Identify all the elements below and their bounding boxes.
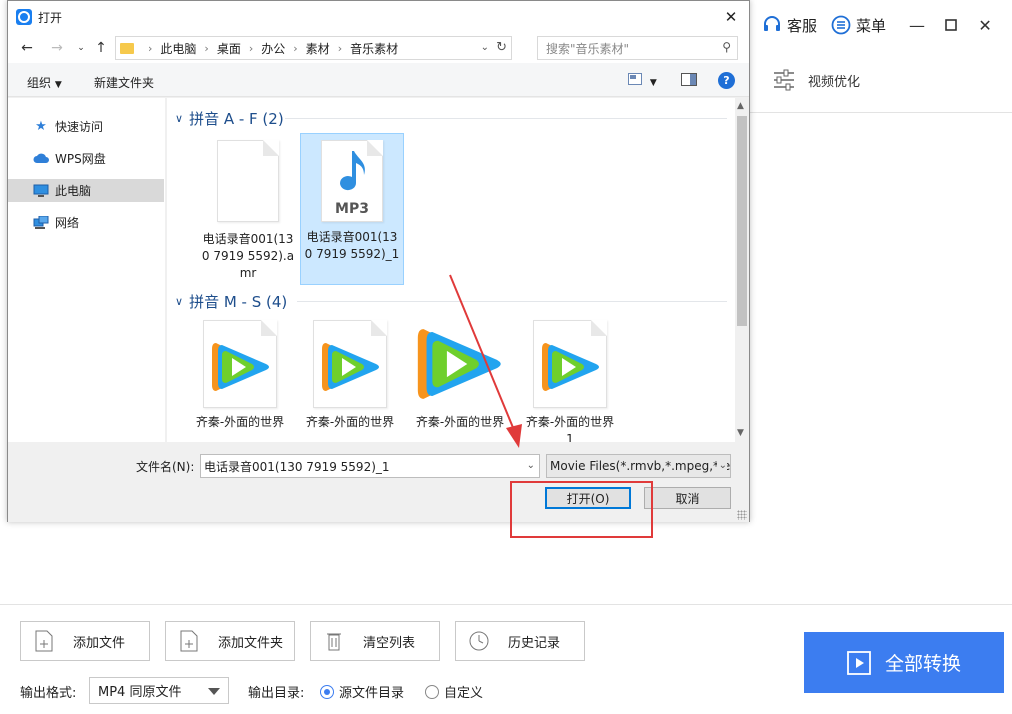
annotation-arrow — [449, 274, 522, 448]
annotation-highlight-box — [510, 481, 653, 538]
